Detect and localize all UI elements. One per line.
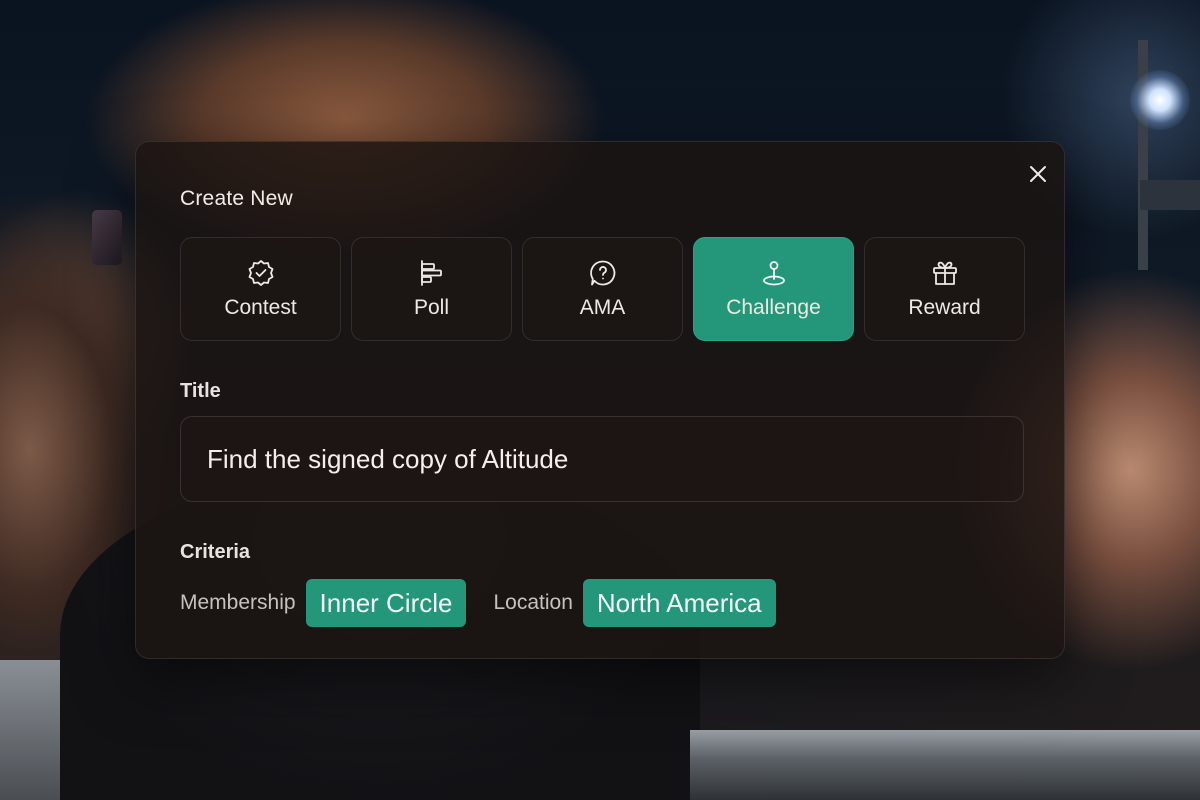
membership-label: Membership bbox=[180, 591, 296, 614]
gift-icon bbox=[930, 258, 960, 288]
title-input-value: Find the signed copy of Altitude bbox=[207, 443, 569, 474]
type-option-contest[interactable]: Contest bbox=[180, 237, 341, 341]
type-option-reward[interactable]: Reward bbox=[864, 237, 1025, 341]
title-label: Title bbox=[180, 380, 221, 402]
close-icon bbox=[1030, 166, 1046, 182]
criteria-row: Membership Inner Circle Location North A… bbox=[180, 579, 776, 627]
close-button[interactable] bbox=[1024, 160, 1052, 188]
crowd-barrier-left bbox=[0, 660, 60, 800]
type-label-ama: AMA bbox=[579, 296, 626, 319]
type-label-poll: Poll bbox=[413, 296, 450, 319]
stage-truss-beam bbox=[1140, 180, 1200, 210]
dialog-heading: Create New bbox=[180, 187, 293, 210]
membership-chip[interactable]: Inner Circle bbox=[305, 579, 467, 627]
badge-check-icon bbox=[246, 258, 276, 288]
type-label-challenge: Challenge bbox=[726, 296, 821, 319]
question-bubble-icon bbox=[588, 258, 618, 288]
stage-light bbox=[1130, 70, 1190, 130]
map-pin-icon bbox=[759, 258, 789, 288]
location-label: Location bbox=[493, 591, 573, 614]
criteria-label: Criteria bbox=[180, 541, 251, 563]
type-option-ama[interactable]: AMA bbox=[522, 237, 683, 341]
type-option-challenge[interactable]: Challenge bbox=[693, 237, 854, 341]
type-label-contest: Contest bbox=[224, 296, 297, 319]
location-chip[interactable]: North America bbox=[582, 579, 776, 627]
type-label-reward: Reward bbox=[908, 296, 981, 319]
crowd-barrier bbox=[690, 730, 1200, 800]
type-option-poll[interactable]: Poll bbox=[351, 237, 512, 341]
create-new-dialog: Create New Contest Poll AMA Challenge Re… bbox=[135, 141, 1065, 659]
type-selector: Contest Poll AMA Challenge Reward bbox=[180, 237, 1025, 341]
raised-phone bbox=[92, 210, 122, 265]
bar-chart-horizontal-icon bbox=[417, 258, 447, 288]
title-input[interactable]: Find the signed copy of Altitude bbox=[180, 416, 1024, 502]
